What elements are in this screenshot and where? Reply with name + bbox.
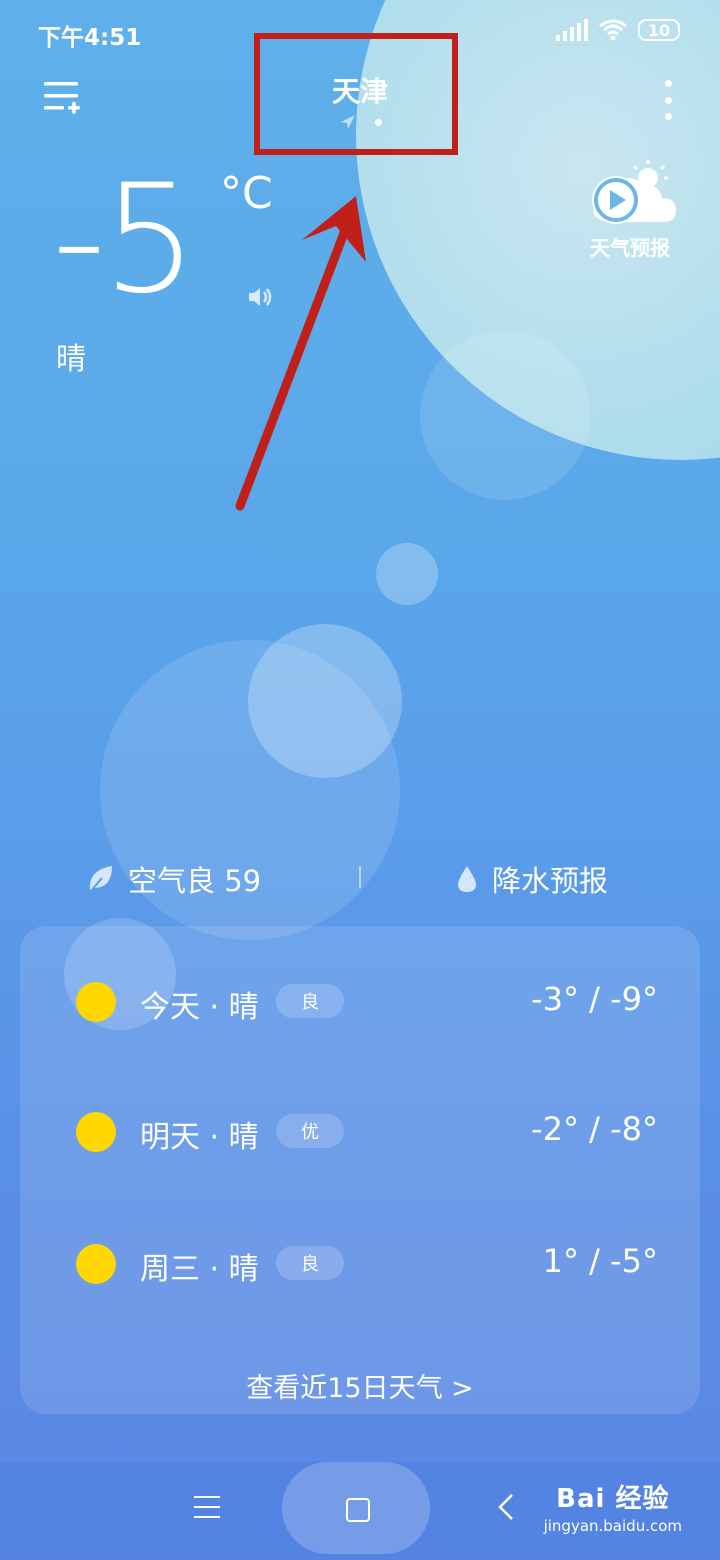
leaf-icon: [89, 866, 112, 893]
weather-screen: 下午4:51 10 天津 -5 °C 晴 天气预报 空气良 59 降水预报 今天…: [0, 0, 720, 1560]
day-label: 今天 · 晴: [140, 990, 259, 1025]
air-quality-row: 空气良 59 降水预报: [0, 858, 720, 902]
back-icon[interactable]: [496, 1492, 516, 1522]
water-drop-icon: [458, 866, 476, 892]
divider: [359, 866, 361, 888]
forecast-row[interactable]: 明天 · 晴 优 -2° / -8°: [20, 1102, 700, 1162]
rain-forecast-label: 降水预报: [492, 864, 609, 898]
sunny-icon: [76, 982, 116, 1022]
temperature-range: -3° / -9°: [531, 980, 658, 1018]
temperature-range: 1° / -5°: [542, 1242, 658, 1280]
sunny-icon: [76, 1244, 116, 1284]
watermark-url: jingyan.baidu.com: [543, 1517, 682, 1535]
air-quality-label: 空气良 59: [128, 864, 262, 898]
annotation-arrow: [235, 196, 366, 511]
rain-forecast-button[interactable]: 降水预报: [456, 858, 608, 900]
day-label: 明天 · 晴: [140, 1120, 259, 1155]
recent-apps-icon[interactable]: [194, 1496, 220, 1518]
sunny-icon: [76, 1112, 116, 1152]
forecast-row[interactable]: 今天 · 晴 良 -3° / -9°: [20, 972, 700, 1032]
air-quality-badge: 优: [276, 1114, 344, 1148]
watermark-brand: Bai 经验: [556, 1484, 670, 1514]
view-15-day-link[interactable]: 查看近15日天气 >: [20, 1366, 700, 1405]
temperature-range: -2° / -8°: [531, 1110, 658, 1148]
air-quality-badge: 良: [276, 984, 344, 1018]
forecast-row[interactable]: 周三 · 晴 良 1° / -5°: [20, 1234, 700, 1294]
home-icon[interactable]: [346, 1498, 370, 1522]
air-quality-badge: 良: [276, 1246, 344, 1280]
baidu-watermark: Bai 经验 jingyan.baidu.com: [544, 1478, 682, 1535]
air-quality-button[interactable]: 空气良 59: [86, 858, 261, 900]
forecast-card: 今天 · 晴 良 -3° / -9° 明天 · 晴 优 -2° / -8° 周三…: [20, 926, 700, 1414]
day-label: 周三 · 晴: [140, 1252, 259, 1287]
